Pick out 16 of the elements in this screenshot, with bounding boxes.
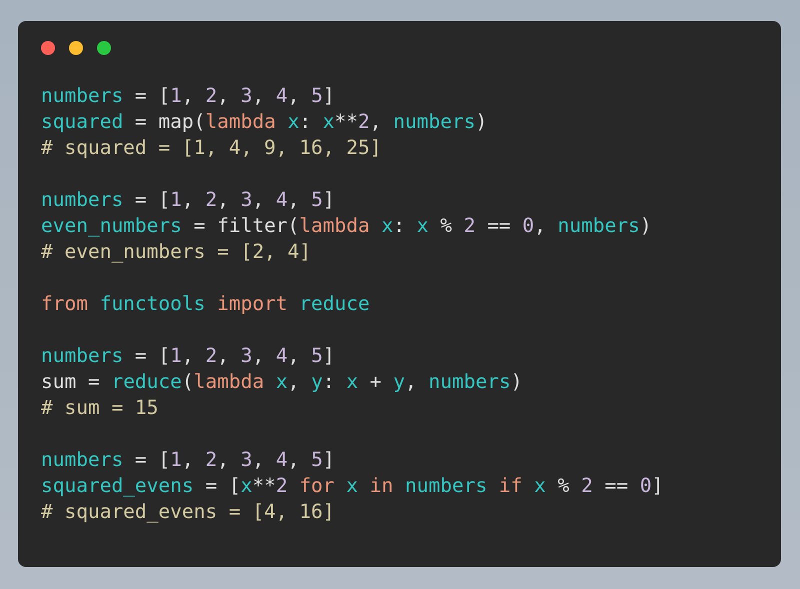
code-line: numbers = [1, 2, 3, 4, 5] <box>41 447 335 473</box>
minimize-window-button[interactable] <box>69 41 83 55</box>
maximize-window-button[interactable] <box>97 41 111 55</box>
code-line: numbers = [1, 2, 3, 4, 5] <box>41 187 335 213</box>
code-line: sum = reduce(lambda x, y: x + y, numbers) <box>41 369 522 395</box>
code-line: squared_evens = [x**2 for x in numbers if x % 2 == 0] <box>41 473 664 499</box>
code-line: even_numbers = filter(lambda x: x % 2 == 0, numbers) <box>41 213 652 239</box>
code-line: numbers = [1, 2, 3, 4, 5] <box>41 343 335 369</box>
code-line: from functools import reduce <box>41 291 370 317</box>
code-line: # sum = 15 <box>41 395 158 421</box>
code-line: # squared_evens = [4, 16] <box>41 499 334 525</box>
code-line: squared = map(lambda x: x**2, numbers) <box>41 109 488 135</box>
code-line: numbers = [1, 2, 3, 4, 5] <box>41 83 335 109</box>
close-window-button[interactable] <box>41 41 55 55</box>
code-line: # squared = [1, 4, 9, 16, 25] <box>41 135 382 161</box>
code-line: # even_numbers = [2, 4] <box>41 239 312 265</box>
